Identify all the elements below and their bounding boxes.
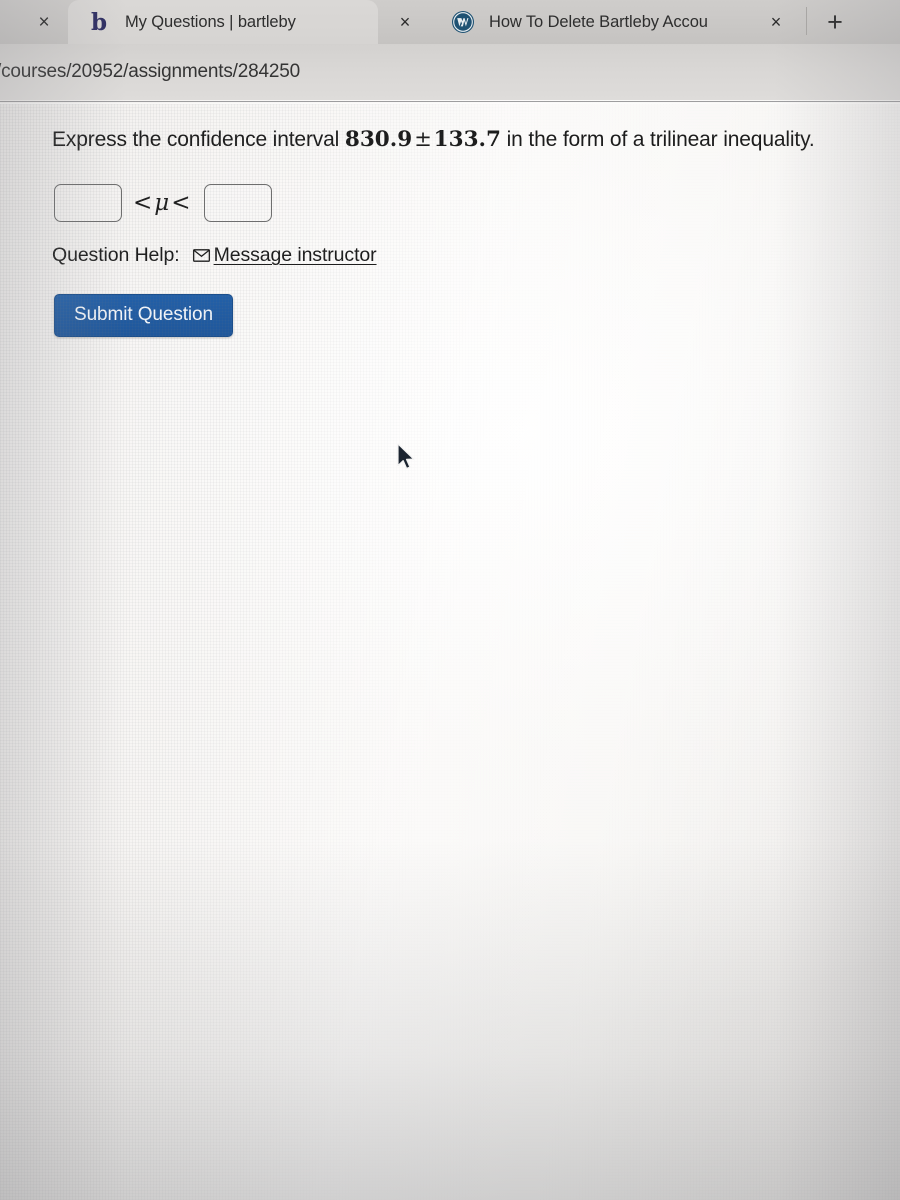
address-bar[interactable]: /courses/20952/assignments/284250 bbox=[0, 44, 900, 100]
new-tab-button[interactable]: + bbox=[818, 6, 852, 38]
upper-bound-input[interactable] bbox=[203, 184, 272, 222]
browser-window: × b My Questions | bartleby × How To Del… bbox=[0, 0, 900, 1200]
chrome-separator-highlight bbox=[0, 103, 900, 105]
lower-bound-input[interactable] bbox=[54, 184, 122, 222]
tab-title-my-questions: My Questions | bartleby bbox=[125, 12, 296, 31]
tab-title-how-to-delete-bartleby-account: How To Delete Bartleby Accou bbox=[489, 12, 708, 31]
less-than-left: < bbox=[133, 190, 155, 216]
mu-symbol: μ bbox=[154, 190, 172, 216]
url-text: /courses/20952/assignments/284250 bbox=[0, 61, 300, 82]
tab-my-questions-bartleby[interactable]: b My Questions | bartleby bbox=[68, 0, 378, 44]
tab-how-to-delete-bartleby-account[interactable]: How To Delete Bartleby Accou bbox=[432, 0, 752, 44]
message-instructor-link[interactable]: Message instructor bbox=[192, 244, 377, 267]
question-prompt: Express the confidence interval 830.9±13… bbox=[52, 127, 815, 152]
question-prompt-prefix: Express the confidence interval bbox=[52, 128, 340, 151]
inequality-operators: <μ< bbox=[133, 190, 193, 216]
question-help-label: Question Help: bbox=[52, 244, 180, 266]
trilinear-answer-row: <μ< bbox=[54, 184, 272, 222]
wordpress-icon bbox=[450, 9, 476, 35]
less-than-right: < bbox=[171, 190, 193, 216]
confidence-center-value: 830.9 bbox=[344, 127, 413, 152]
envelope-icon bbox=[192, 249, 210, 262]
question-prompt-suffix: in the form of a trilinear inequality. bbox=[506, 128, 815, 151]
tab-close-my-questions[interactable]: × bbox=[392, 9, 418, 35]
plus-minus-symbol: ± bbox=[414, 127, 432, 151]
confidence-margin-value: 133.7 bbox=[433, 127, 501, 152]
message-instructor-label: Message instructor bbox=[213, 244, 377, 266]
bartleby-b-glyph: b bbox=[90, 8, 108, 36]
tabstrip-divider bbox=[806, 7, 807, 35]
submit-question-button[interactable]: Submit Question bbox=[54, 294, 233, 337]
chrome-separator bbox=[0, 101, 900, 102]
question-help-row: Question Help: Message instructor bbox=[52, 244, 377, 267]
window-close-button[interactable]: × bbox=[31, 9, 57, 35]
browser-tab-strip: × b My Questions | bartleby × How To Del… bbox=[0, 0, 900, 44]
page-background bbox=[0, 0, 900, 1200]
tab-close-how-to-delete-bartleby-account[interactable]: × bbox=[763, 9, 789, 35]
bartleby-b-icon: b bbox=[86, 9, 112, 35]
